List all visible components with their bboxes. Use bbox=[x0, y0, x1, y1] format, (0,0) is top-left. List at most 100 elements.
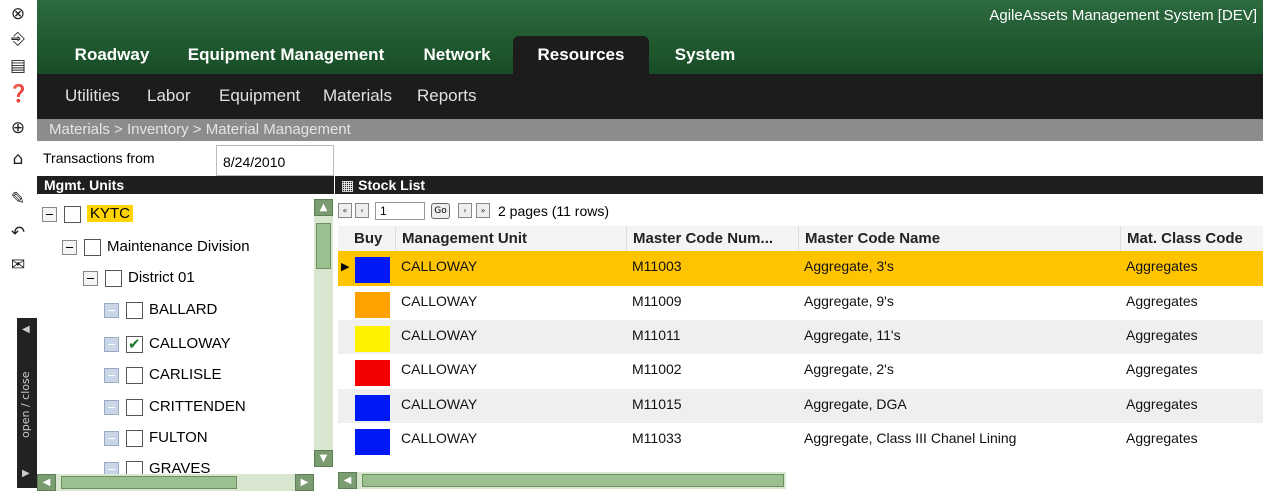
tree-checkbox[interactable] bbox=[126, 398, 143, 416]
tree-node-maintenance-division[interactable]: Maintenance Division bbox=[62, 236, 250, 258]
add-icon[interactable]: ⊕ bbox=[8, 117, 28, 139]
cell-mat-class-code: Aggregates bbox=[1126, 293, 1198, 309]
mgmt-units-header: Mgmt. Units bbox=[37, 176, 334, 194]
collapse-icon[interactable] bbox=[42, 206, 57, 222]
cell-management-unit: CALLOWAY bbox=[401, 430, 478, 446]
buy-color-swatch[interactable] bbox=[355, 395, 390, 421]
transactions-date-field[interactable]: 8/24/2010 bbox=[216, 145, 334, 176]
cell-management-unit: CALLOWAY bbox=[401, 327, 478, 343]
subnav-equipment[interactable]: Equipment bbox=[219, 74, 300, 119]
table-row[interactable]: CALLOWAY M11011 Aggregate, 11's Aggregat… bbox=[338, 320, 1263, 355]
check-icon: ✔ bbox=[128, 334, 141, 353]
scroll-thumb[interactable] bbox=[362, 474, 784, 487]
tab-network[interactable]: Network bbox=[413, 36, 501, 74]
scroll-right-icon[interactable]: ▶ bbox=[295, 474, 314, 491]
row-pointer-icon: ▶ bbox=[341, 260, 350, 273]
tree-vertical-scrollbar[interactable]: ▲ ▼ bbox=[314, 199, 333, 467]
last-page-icon[interactable]: » bbox=[476, 203, 490, 218]
expand-arrow-icon: ▶ bbox=[22, 468, 30, 479]
first-page-icon[interactable]: « bbox=[338, 203, 352, 218]
tab-roadway[interactable]: Roadway bbox=[69, 36, 155, 74]
table-row[interactable]: CALLOWAY M11009 Aggregate, 9's Aggregate… bbox=[338, 286, 1263, 321]
mail-icon[interactable]: ✉ bbox=[8, 254, 28, 276]
edit-icon[interactable]: ✎ bbox=[8, 188, 28, 210]
tree-node-label: CRITTENDEN bbox=[149, 398, 246, 415]
table-row[interactable]: CALLOWAY M11002 Aggregate, 2's Aggregate… bbox=[338, 354, 1263, 389]
tree-checkbox[interactable] bbox=[126, 301, 143, 319]
subnav-materials[interactable]: Materials bbox=[323, 74, 392, 119]
cell-master-code-name: Aggregate, 3's bbox=[804, 258, 894, 274]
buy-color-swatch[interactable] bbox=[355, 292, 390, 318]
table-row[interactable]: CALLOWAY M11033 Aggregate, Class III Cha… bbox=[338, 423, 1263, 458]
cell-master-code-name: Aggregate, 9's bbox=[804, 293, 894, 309]
scroll-thumb[interactable] bbox=[61, 476, 237, 489]
cell-management-unit: CALLOWAY bbox=[401, 293, 478, 309]
cell-master-code-name: Aggregate, Class III Chanel Lining bbox=[804, 430, 1017, 446]
leaf-icon bbox=[104, 430, 119, 446]
column-header-master-code-name[interactable]: Master Code Name bbox=[798, 226, 1120, 251]
tree-horizontal-scrollbar[interactable]: ◀ ▶ bbox=[37, 474, 314, 491]
tree-node-label: BALLARD bbox=[149, 301, 218, 318]
scroll-down-icon[interactable]: ▼ bbox=[314, 450, 333, 467]
tree-checkbox[interactable] bbox=[126, 366, 143, 384]
tab-equipment-management[interactable]: Equipment Management bbox=[181, 36, 391, 74]
scroll-thumb[interactable] bbox=[316, 223, 331, 269]
tree-node-label: CALLOWAY bbox=[149, 335, 231, 352]
cell-master-code-num: M11015 bbox=[632, 396, 682, 412]
buy-color-swatch[interactable] bbox=[355, 257, 390, 283]
open-close-toggle[interactable]: ◀ open / close ▶ bbox=[17, 318, 37, 488]
tree-node-district-01[interactable]: District 01 bbox=[83, 267, 195, 289]
column-header-buy[interactable]: Buy bbox=[348, 226, 395, 251]
help-icon[interactable]: ❓ bbox=[8, 83, 29, 105]
cell-master-code-num: M11009 bbox=[632, 293, 682, 309]
subnav-reports[interactable]: Reports bbox=[417, 74, 477, 119]
leaf-icon bbox=[104, 302, 119, 318]
subnav-labor[interactable]: Labor bbox=[147, 74, 190, 119]
save-icon[interactable]: ▤ bbox=[8, 55, 28, 77]
tree-checkbox[interactable]: ✔ bbox=[126, 334, 143, 353]
tree-node-calloway[interactable]: ✔ CALLOWAY bbox=[104, 333, 231, 355]
tree-node-carlisle[interactable]: CARLISLE bbox=[104, 364, 222, 386]
subnav-utilities[interactable]: Utilities bbox=[65, 74, 120, 119]
column-header-mat-class-code[interactable]: Mat. Class Code bbox=[1120, 226, 1263, 251]
buy-color-swatch[interactable] bbox=[355, 360, 390, 386]
undo-icon[interactable]: ↶ bbox=[8, 222, 28, 244]
tree-node-fulton[interactable]: FULTON bbox=[104, 427, 208, 449]
tab-system[interactable]: System bbox=[665, 36, 745, 74]
tree-node-graves[interactable]: GRAVES bbox=[104, 458, 210, 475]
tree-node-label: Maintenance Division bbox=[107, 238, 250, 255]
page-number-input[interactable]: 1 bbox=[375, 202, 425, 220]
cell-mat-class-code: Aggregates bbox=[1126, 258, 1198, 274]
exit-icon[interactable]: ⎆ bbox=[8, 28, 28, 50]
scroll-up-icon[interactable]: ▲ bbox=[314, 199, 333, 216]
tree-checkbox[interactable] bbox=[64, 205, 81, 223]
app-title: AgileAssets Management System [DEV] bbox=[989, 7, 1257, 24]
table-row[interactable]: CALLOWAY M11015 Aggregate, DGA Aggregate… bbox=[338, 389, 1263, 424]
column-header-management-unit[interactable]: Management Unit bbox=[395, 226, 626, 251]
tree-checkbox[interactable] bbox=[105, 269, 122, 287]
tree-node-kytc[interactable]: KYTC bbox=[42, 203, 134, 225]
scroll-left-icon[interactable]: ◀ bbox=[338, 472, 357, 489]
prev-page-icon[interactable]: ‹ bbox=[355, 203, 369, 218]
tree-checkbox[interactable] bbox=[126, 460, 143, 475]
tree-node-crittenden[interactable]: CRITTENDEN bbox=[104, 396, 246, 418]
tree-checkbox[interactable] bbox=[126, 429, 143, 447]
buy-color-swatch[interactable] bbox=[355, 326, 390, 352]
collapse-icon[interactable] bbox=[83, 270, 98, 286]
table-row[interactable]: ▶ CALLOWAY M11003 Aggregate, 3's Aggrega… bbox=[338, 251, 1263, 286]
next-page-icon[interactable]: › bbox=[458, 203, 472, 218]
scroll-left-icon[interactable]: ◀ bbox=[37, 474, 56, 491]
stock-grid-horizontal-scrollbar[interactable]: ◀ bbox=[338, 472, 786, 489]
home-icon[interactable]: ⌂ bbox=[8, 148, 28, 170]
collapse-icon[interactable] bbox=[62, 239, 77, 255]
tab-resources[interactable]: Resources bbox=[513, 36, 649, 74]
close-icon[interactable]: ⊗ bbox=[8, 3, 28, 25]
cell-mat-class-code: Aggregates bbox=[1126, 396, 1198, 412]
buy-color-swatch[interactable] bbox=[355, 429, 390, 455]
leaf-icon bbox=[104, 336, 119, 352]
column-header-master-code-num[interactable]: Master Code Num... bbox=[626, 226, 798, 251]
cell-management-unit: CALLOWAY bbox=[401, 258, 478, 274]
tree-checkbox[interactable] bbox=[84, 238, 101, 256]
tree-node-ballard[interactable]: BALLARD bbox=[104, 299, 217, 321]
go-button[interactable]: Go bbox=[431, 203, 450, 219]
